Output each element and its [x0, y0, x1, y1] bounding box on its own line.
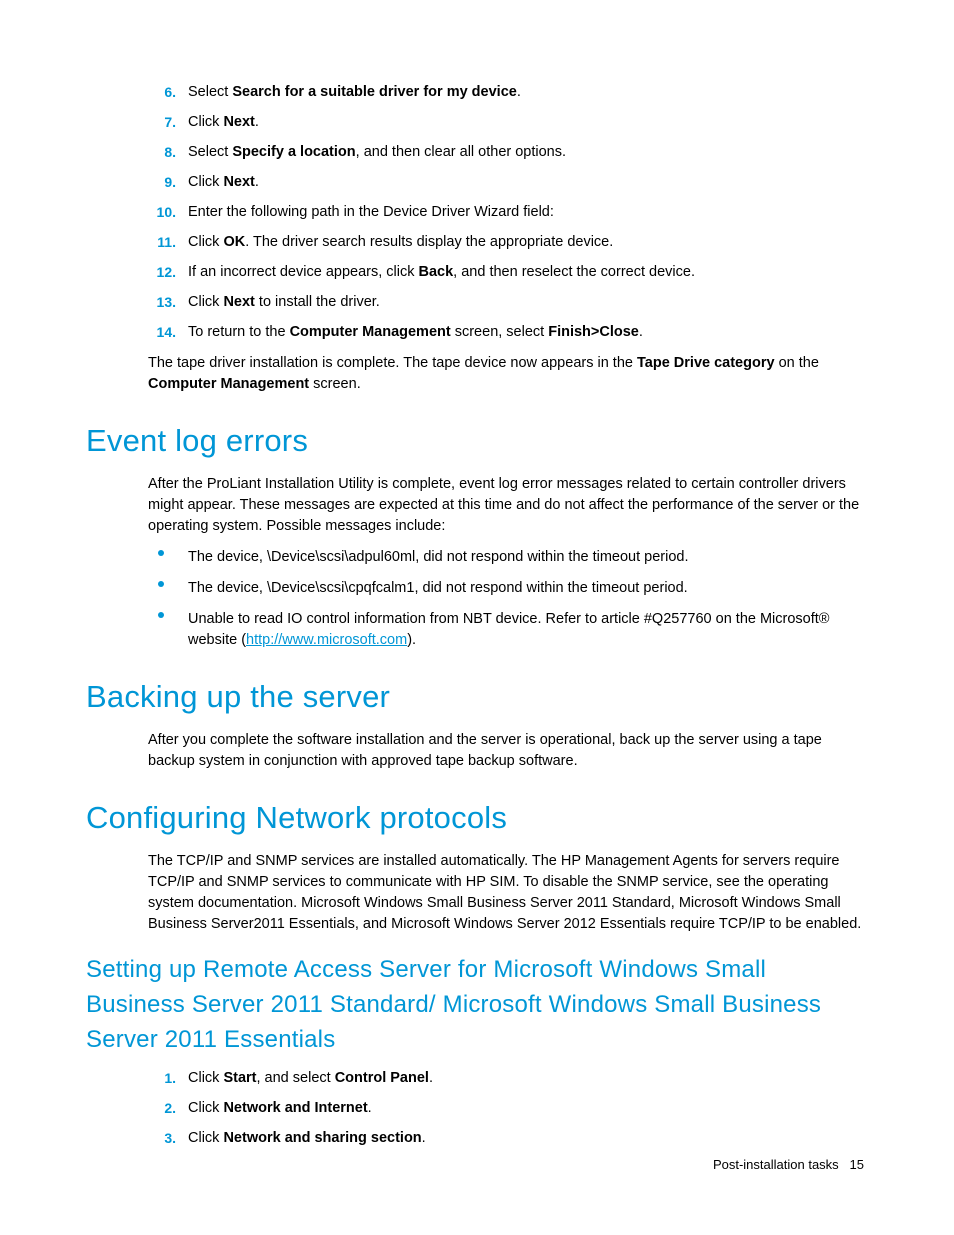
page-footer: Post-installation tasks 15: [713, 1156, 864, 1175]
bullet-icon: [158, 612, 164, 618]
heading-backing-up: Backing up the server: [86, 675, 864, 720]
list-item: The device, \Device\scsi\adpul60ml, did …: [148, 547, 864, 568]
list-item: 6.Select Search for a suitable driver fo…: [148, 82, 864, 103]
event-bullets-list: The device, \Device\scsi\adpul60ml, did …: [148, 547, 864, 651]
step-number: 3.: [148, 1128, 176, 1148]
step-number: 11.: [148, 232, 176, 252]
step-number: 9.: [148, 172, 176, 192]
footer-section-title: Post-installation tasks: [713, 1157, 839, 1172]
step-number: 13.: [148, 292, 176, 312]
heading-event-log-errors: Event log errors: [86, 419, 864, 464]
step-number: 2.: [148, 1098, 176, 1118]
footer-page-number: 15: [850, 1157, 864, 1172]
list-item: 3.Click Network and sharing section.: [148, 1128, 864, 1149]
list-item: 2.Click Network and Internet.: [148, 1098, 864, 1119]
list-item: Unable to read IO control information fr…: [148, 609, 864, 651]
list-item: 7.Click Next.: [148, 112, 864, 133]
step-number: 12.: [148, 262, 176, 282]
bullet-icon: [158, 550, 164, 556]
list-item: 8.Select Specify a location, and then cl…: [148, 142, 864, 163]
step-number: 1.: [148, 1068, 176, 1088]
list-item: 10.Enter the following path in the Devic…: [148, 202, 864, 223]
list-item: 14.To return to the Computer Management …: [148, 322, 864, 343]
list-item: 9.Click Next.: [148, 172, 864, 193]
backup-paragraph: After you complete the software installa…: [148, 730, 864, 772]
step-number: 7.: [148, 112, 176, 132]
step-number: 8.: [148, 142, 176, 162]
event-intro-paragraph: After the ProLiant Installation Utility …: [148, 474, 864, 537]
step-number: 14.: [148, 322, 176, 342]
install-steps-list: 6.Select Search for a suitable driver fo…: [148, 82, 864, 343]
list-item: 11.Click OK. The driver search results d…: [148, 232, 864, 253]
step-number: 10.: [148, 202, 176, 222]
config-paragraph: The TCP/IP and SNMP services are install…: [148, 851, 864, 935]
tape-complete-paragraph: The tape driver installation is complete…: [148, 353, 864, 395]
list-item: 12.If an incorrect device appears, click…: [148, 262, 864, 283]
heading-remote-access: Setting up Remote Access Server for Micr…: [86, 953, 864, 1057]
bullet-icon: [158, 581, 164, 587]
list-item: 13.Click Next to install the driver.: [148, 292, 864, 313]
remote-steps-list: 1.Click Start, and select Control Panel.…: [148, 1068, 864, 1149]
heading-configuring-network: Configuring Network protocols: [86, 796, 864, 841]
list-item: The device, \Device\scsi\cpqfcalm1, did …: [148, 578, 864, 599]
microsoft-link[interactable]: http://www.microsoft.com: [246, 632, 407, 648]
list-item: 1.Click Start, and select Control Panel.: [148, 1068, 864, 1089]
document-page: 6.Select Search for a suitable driver fo…: [0, 0, 954, 1235]
step-number: 6.: [148, 82, 176, 102]
